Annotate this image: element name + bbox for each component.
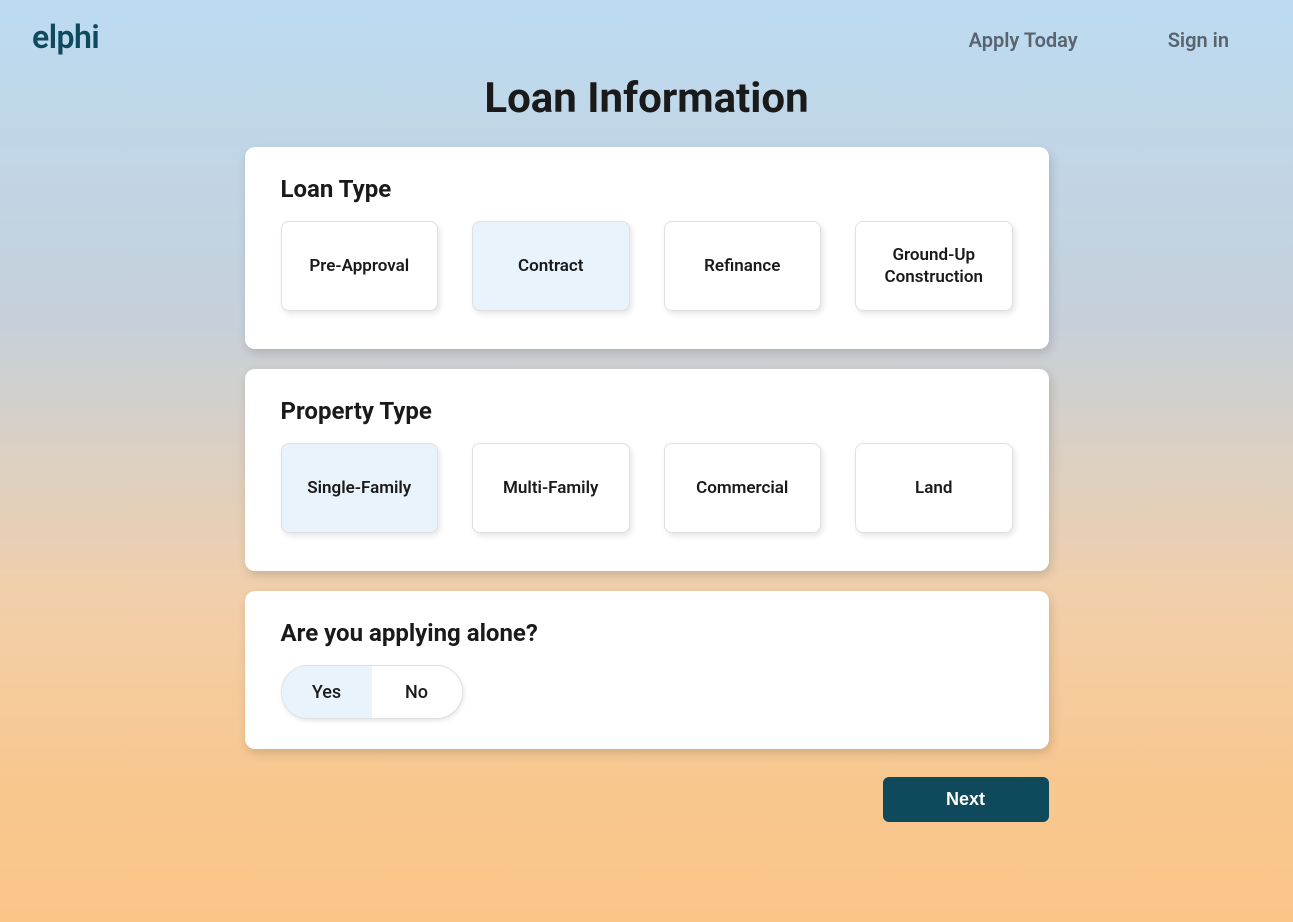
applying-alone-toggle-row: Yes No bbox=[281, 665, 1013, 719]
property-type-option-single-family[interactable]: Single-Family bbox=[281, 443, 439, 533]
loan-type-option-pre-approval[interactable]: Pre-Approval bbox=[281, 221, 439, 311]
loan-type-card: Loan Type Pre-Approval Contract Refinanc… bbox=[245, 147, 1049, 349]
applying-alone-card: Are you applying alone? Yes No bbox=[245, 591, 1049, 749]
next-row: Next bbox=[245, 777, 1049, 822]
property-type-option-land[interactable]: Land bbox=[855, 443, 1013, 533]
sign-in-link[interactable]: Sign in bbox=[1168, 28, 1229, 52]
property-type-card: Property Type Single-Family Multi-Family… bbox=[245, 369, 1049, 571]
applying-alone-yes[interactable]: Yes bbox=[282, 666, 372, 718]
loan-type-title: Loan Type bbox=[281, 175, 1013, 203]
applying-alone-title: Are you applying alone? bbox=[281, 619, 1013, 647]
apply-today-link[interactable]: Apply Today bbox=[969, 28, 1078, 52]
loan-type-option-ground-up-construction[interactable]: Ground-Up Construction bbox=[855, 221, 1013, 311]
applying-alone-no[interactable]: No bbox=[372, 666, 462, 718]
loan-type-option-refinance[interactable]: Refinance bbox=[664, 221, 822, 311]
property-type-option-multi-family[interactable]: Multi-Family bbox=[472, 443, 630, 533]
loan-type-option-contract[interactable]: Contract bbox=[472, 221, 630, 311]
next-button[interactable]: Next bbox=[883, 777, 1049, 822]
property-type-options: Single-Family Multi-Family Commercial La… bbox=[281, 443, 1013, 533]
applying-alone-toggle: Yes No bbox=[281, 665, 463, 719]
logo[interactable]: elphi bbox=[32, 18, 99, 56]
header: elphi Apply Today Sign in bbox=[0, 0, 1293, 56]
nav-links: Apply Today Sign in bbox=[969, 22, 1261, 52]
loan-type-options: Pre-Approval Contract Refinance Ground-U… bbox=[281, 221, 1013, 311]
page-title: Loan Information bbox=[0, 74, 1293, 123]
property-type-title: Property Type bbox=[281, 397, 1013, 425]
property-type-option-commercial[interactable]: Commercial bbox=[664, 443, 822, 533]
